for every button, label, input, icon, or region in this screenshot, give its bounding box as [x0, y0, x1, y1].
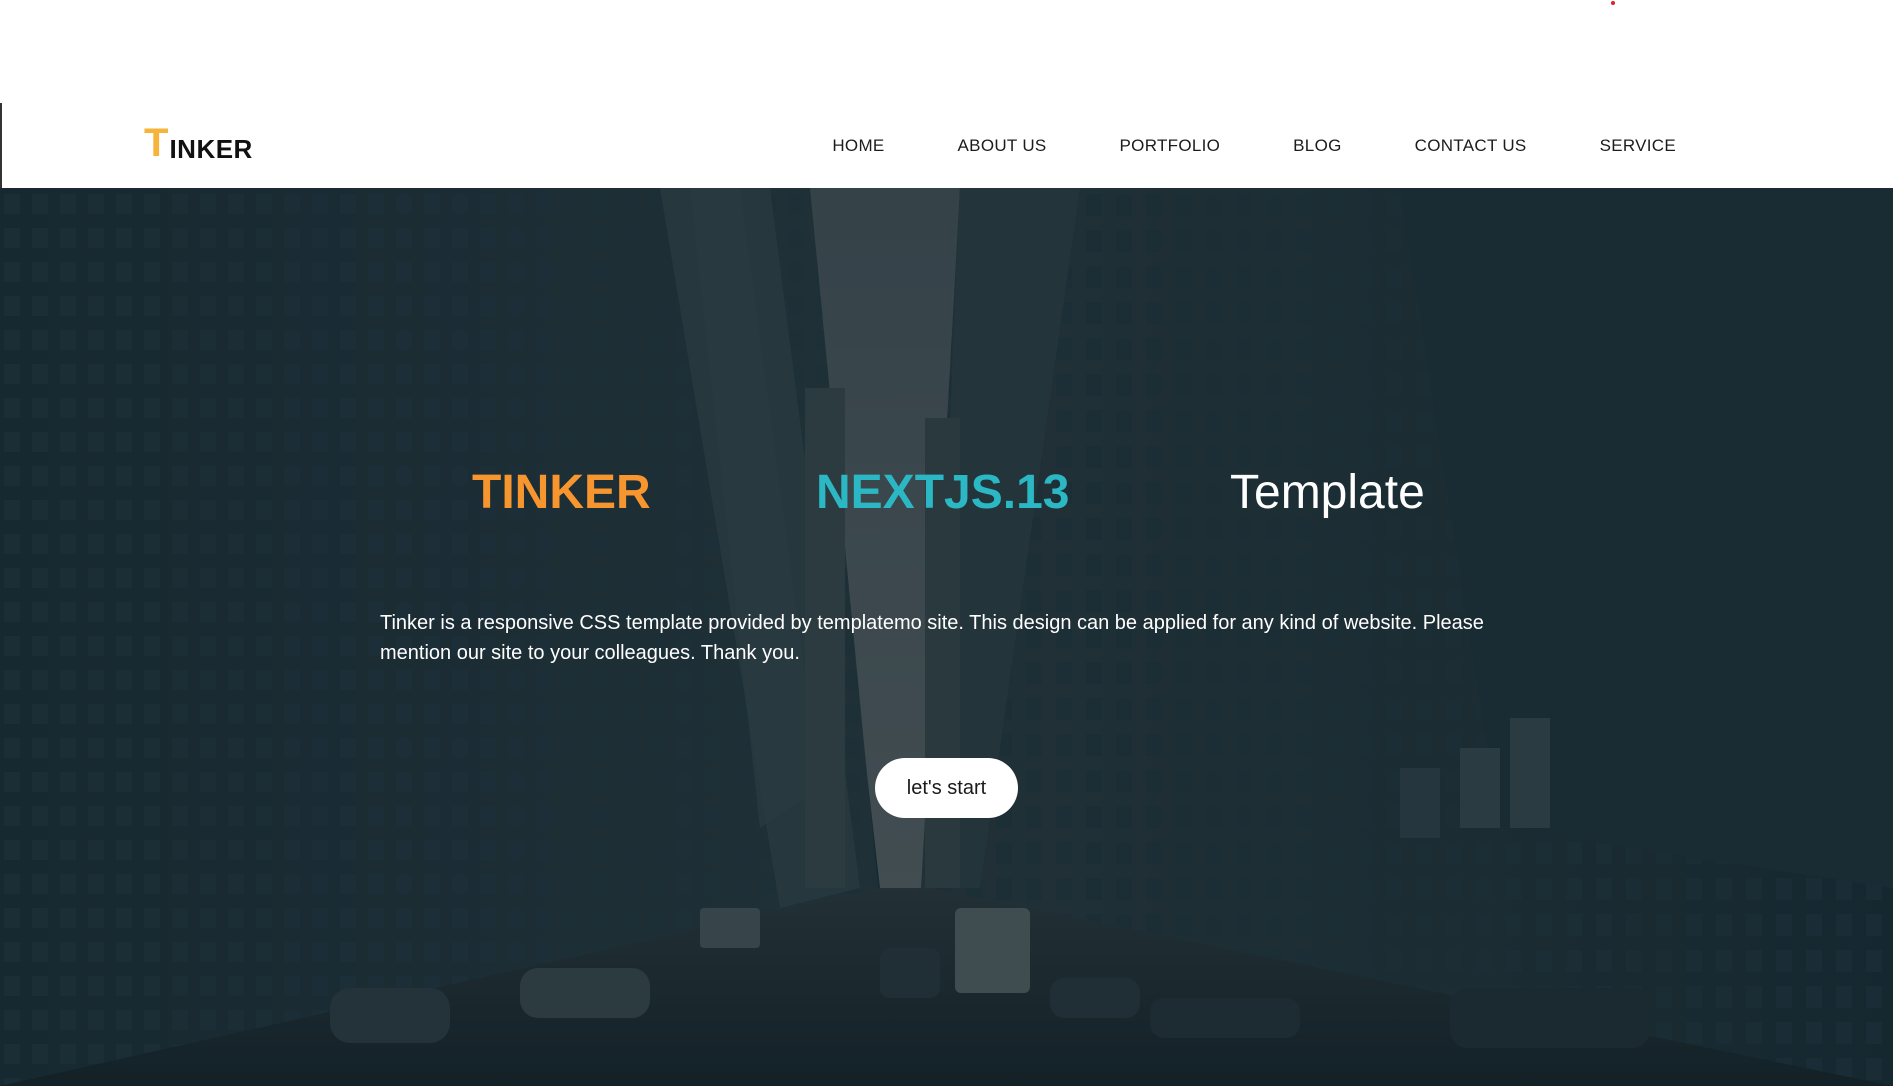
logo-initial: T: [144, 121, 169, 165]
nav-item-home[interactable]: HOME: [832, 136, 884, 156]
nav-item-blog[interactable]: BLOG: [1293, 136, 1341, 156]
navbar: T INKER HOME ABOUT US PORTFOLIO BLOG CON…: [0, 103, 1893, 188]
nav-item-contact-us[interactable]: CONTACT US: [1415, 136, 1527, 156]
headline-tinker: TINKER: [472, 466, 651, 519]
indicator-dot: [1611, 1, 1615, 5]
logo-text: INKER: [169, 134, 253, 164]
headline-nextjs: NEXTJS.13: [816, 466, 1070, 519]
nav-item-about-us[interactable]: ABOUT US: [958, 136, 1047, 156]
hero-section: TINKER NEXTJS.13 Template Tinker is a re…: [0, 188, 1893, 1086]
hero-headline: TINKER NEXTJS.13 Template: [0, 463, 1893, 523]
nav-item-service[interactable]: SERVICE: [1600, 136, 1676, 156]
lets-start-button[interactable]: let's start: [875, 758, 1018, 818]
hero-description: Tinker is a responsive CSS template prov…: [380, 612, 1484, 664]
page: T INKER HOME ABOUT US PORTFOLIO BLOG CON…: [0, 0, 1893, 1086]
nav-item-portfolio[interactable]: PORTFOLIO: [1120, 136, 1221, 156]
main-nav: HOME ABOUT US PORTFOLIO BLOG CONTACT US …: [832, 103, 1676, 188]
headline-template: Template: [1230, 466, 1425, 519]
logo[interactable]: T INKER: [144, 121, 253, 165]
